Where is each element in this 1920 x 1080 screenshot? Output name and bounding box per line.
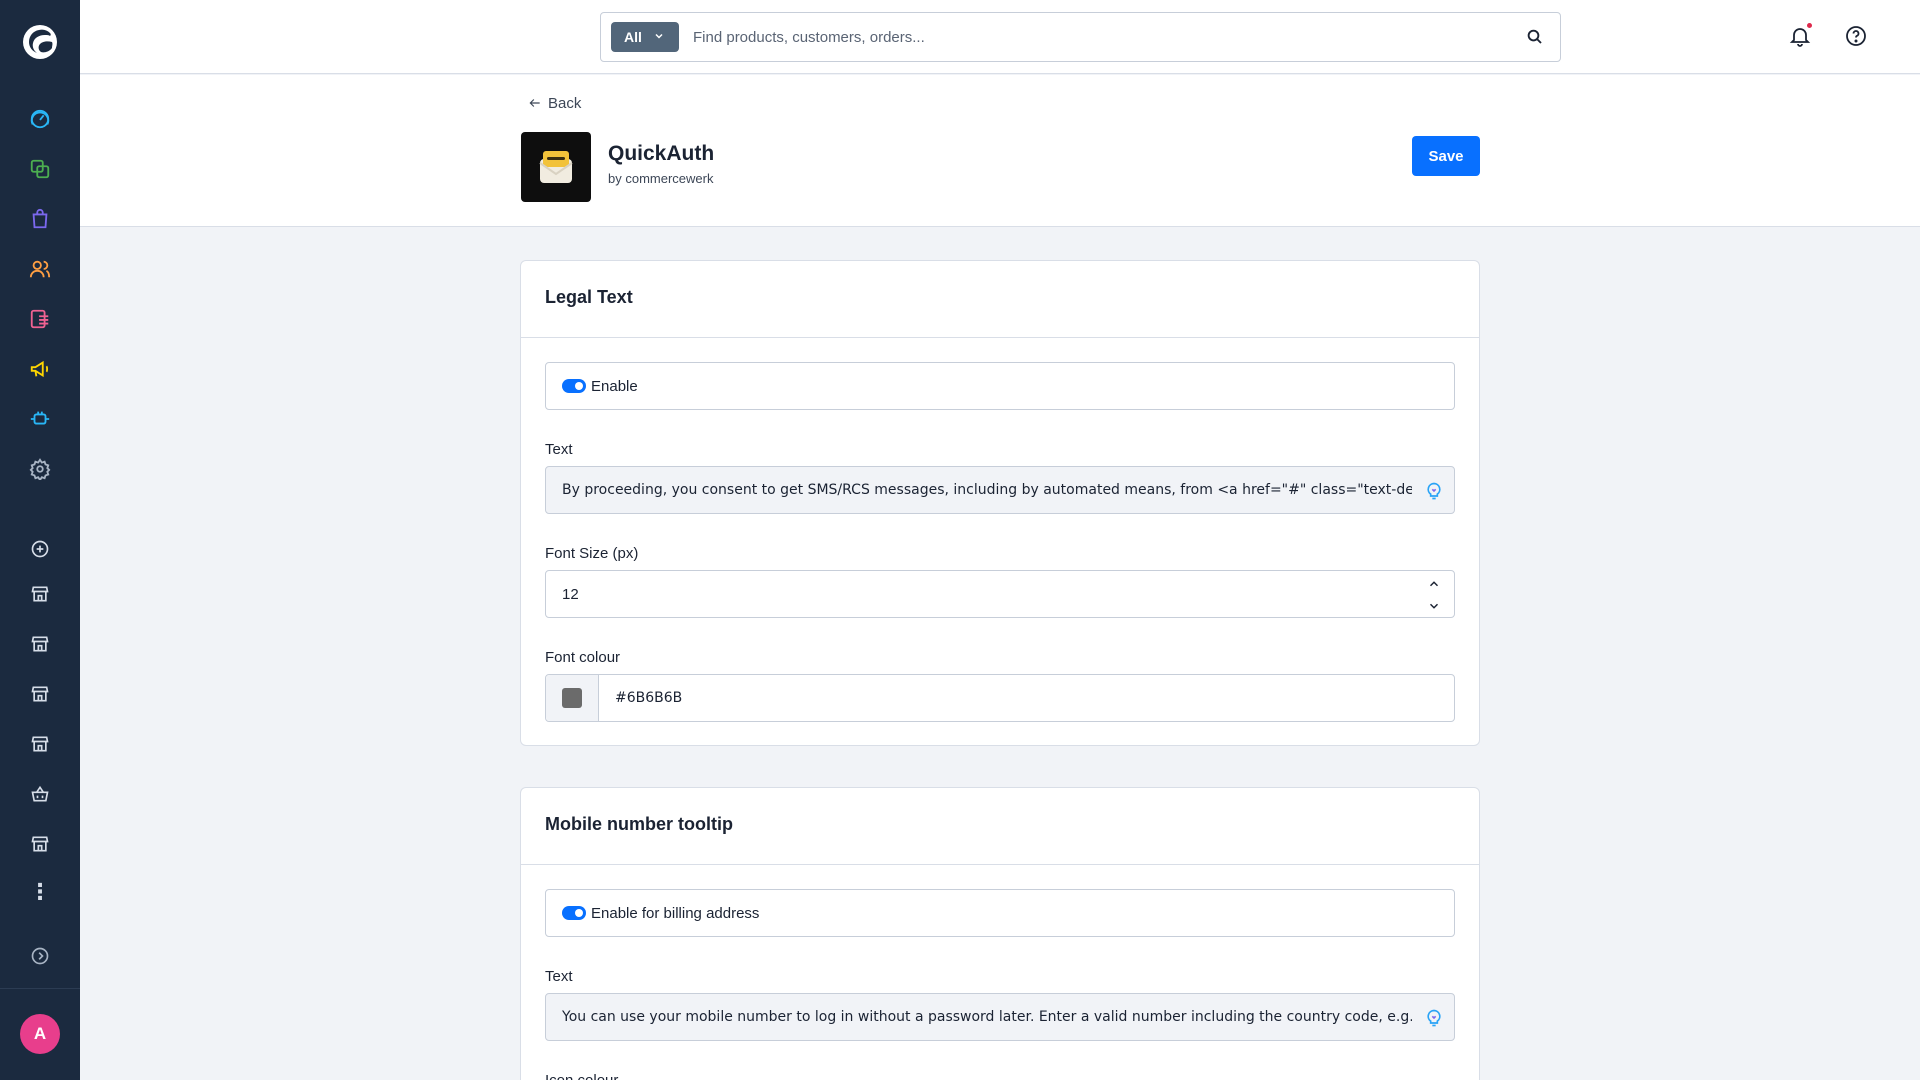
sidebar-sales-channel-3[interactable] [24, 678, 56, 710]
back-link[interactable]: Back [528, 93, 581, 113]
sidebar-sales-channel-5[interactable] [24, 778, 56, 810]
font-colour-value: #6B6B6B [615, 690, 683, 706]
tooltip-text-value: You can use your mobile number to log in… [562, 1009, 1412, 1025]
storefront-icon [31, 686, 49, 702]
mobile-tooltip-title: Mobile number tooltip [545, 814, 733, 834]
avatar[interactable]: A [20, 1014, 60, 1054]
sidebar-item-customers[interactable] [24, 253, 56, 285]
catalogues-icon [30, 159, 50, 179]
font-colour-label: Font colour [545, 649, 621, 666]
sidebar-item-settings[interactable] [24, 453, 56, 485]
arrow-left-icon [529, 99, 540, 107]
global-search: All [600, 12, 1561, 62]
legal-text-card: Legal Text Enable Text By proceeding, yo… [520, 260, 1480, 746]
sidebar-item-marketing[interactable] [24, 353, 56, 385]
content-icon [30, 309, 49, 329]
chevron-down-icon[interactable] [1427, 599, 1441, 613]
sidebar-item-extensions[interactable] [24, 403, 56, 435]
help-icon [1846, 26, 1866, 46]
help-button[interactable] [1842, 22, 1870, 50]
dashboard-icon [30, 109, 50, 129]
sidebar: ⋮ A [0, 0, 80, 1080]
storefront-icon [31, 736, 49, 752]
top-bar: All [80, 0, 1920, 74]
back-label: Back [548, 94, 582, 112]
billing-enable-label: Enable for billing address [591, 904, 760, 922]
more-vertical-icon[interactable]: ⋮ [24, 876, 56, 908]
card-divider [521, 337, 1479, 338]
sidebar-item-dashboard[interactable] [24, 103, 56, 135]
orders-icon [32, 208, 48, 229]
sidebar-item-catalogues[interactable] [24, 153, 56, 185]
card-divider [521, 864, 1479, 865]
font-size-value: 12 [562, 585, 579, 603]
app-icon [521, 132, 591, 202]
legal-text-label: Text [545, 441, 573, 458]
sidebar-sales-channel-6[interactable] [24, 828, 56, 860]
legal-text-value: By proceeding, you consent to get SMS/RC… [562, 482, 1412, 498]
storefront-icon [31, 636, 49, 652]
chevron-down-icon [655, 33, 663, 39]
sidebar-sales-channel-1[interactable] [24, 578, 56, 610]
ai-assistant-icon[interactable] [1424, 481, 1444, 501]
save-button[interactable]: Save [1412, 136, 1480, 176]
notifications-button[interactable] [1786, 22, 1814, 50]
colour-swatch [562, 688, 582, 708]
page-header: Back QuickAuth by commercewerk Save [80, 75, 1920, 227]
tooltip-text-label: Text [545, 968, 573, 985]
sidebar-expand-button[interactable] [24, 940, 56, 972]
legal-text-title: Legal Text [545, 287, 633, 307]
sidebar-add-sales-channel[interactable] [24, 533, 56, 565]
icon-colour-label: Icon colour [545, 1072, 618, 1080]
billing-enable-field: Enable for billing address [545, 889, 1455, 937]
font-size-label: Font Size (px) [545, 545, 639, 562]
font-colour-input[interactable]: #6B6B6B [545, 674, 1455, 722]
sidebar-sales-channel-2[interactable] [24, 628, 56, 660]
legal-text-input[interactable]: By proceeding, you consent to get SMS/RC… [545, 466, 1455, 514]
marketing-icon [30, 360, 49, 378]
search-filter-label: All [624, 29, 642, 45]
sidebar-divider [0, 988, 80, 989]
shopware-logo-icon[interactable] [20, 22, 60, 62]
legal-text-enable-switch[interactable] [562, 379, 586, 393]
legal-text-enable-field: Enable [545, 362, 1455, 410]
settings-icon [29, 458, 51, 480]
colour-swatch-button[interactable] [546, 675, 599, 721]
envelope-card-icon [539, 151, 573, 183]
sidebar-item-orders[interactable] [24, 203, 56, 235]
mobile-tooltip-card: Mobile number tooltip Enable for billing… [520, 787, 1480, 1080]
app-title: QuickAuth [608, 142, 715, 165]
chevron-right-circle-icon [31, 947, 49, 965]
basket-icon [31, 785, 49, 802]
search-icon[interactable] [1526, 28, 1544, 46]
extensions-icon [30, 411, 50, 425]
add-sales-channel-icon [31, 540, 49, 558]
billing-enable-switch[interactable] [562, 906, 586, 920]
font-size-input[interactable]: 12 [545, 570, 1455, 618]
sidebar-item-content[interactable] [24, 303, 56, 335]
search-input[interactable] [693, 23, 1493, 51]
chevron-up-icon[interactable] [1427, 577, 1441, 591]
app-author: by commercewerk [608, 171, 714, 186]
sidebar-sales-channel-4[interactable] [24, 728, 56, 760]
notification-dot [1806, 22, 1813, 29]
tooltip-text-input[interactable]: You can use your mobile number to log in… [545, 993, 1455, 1041]
ai-assistant-icon[interactable] [1424, 1008, 1444, 1028]
storefront-icon [31, 836, 49, 852]
customers-icon [29, 260, 51, 278]
storefront-icon [31, 586, 49, 602]
search-filter-dropdown[interactable]: All [611, 22, 679, 52]
font-size-stepper [1424, 577, 1444, 613]
legal-text-enable-label: Enable [591, 377, 638, 395]
